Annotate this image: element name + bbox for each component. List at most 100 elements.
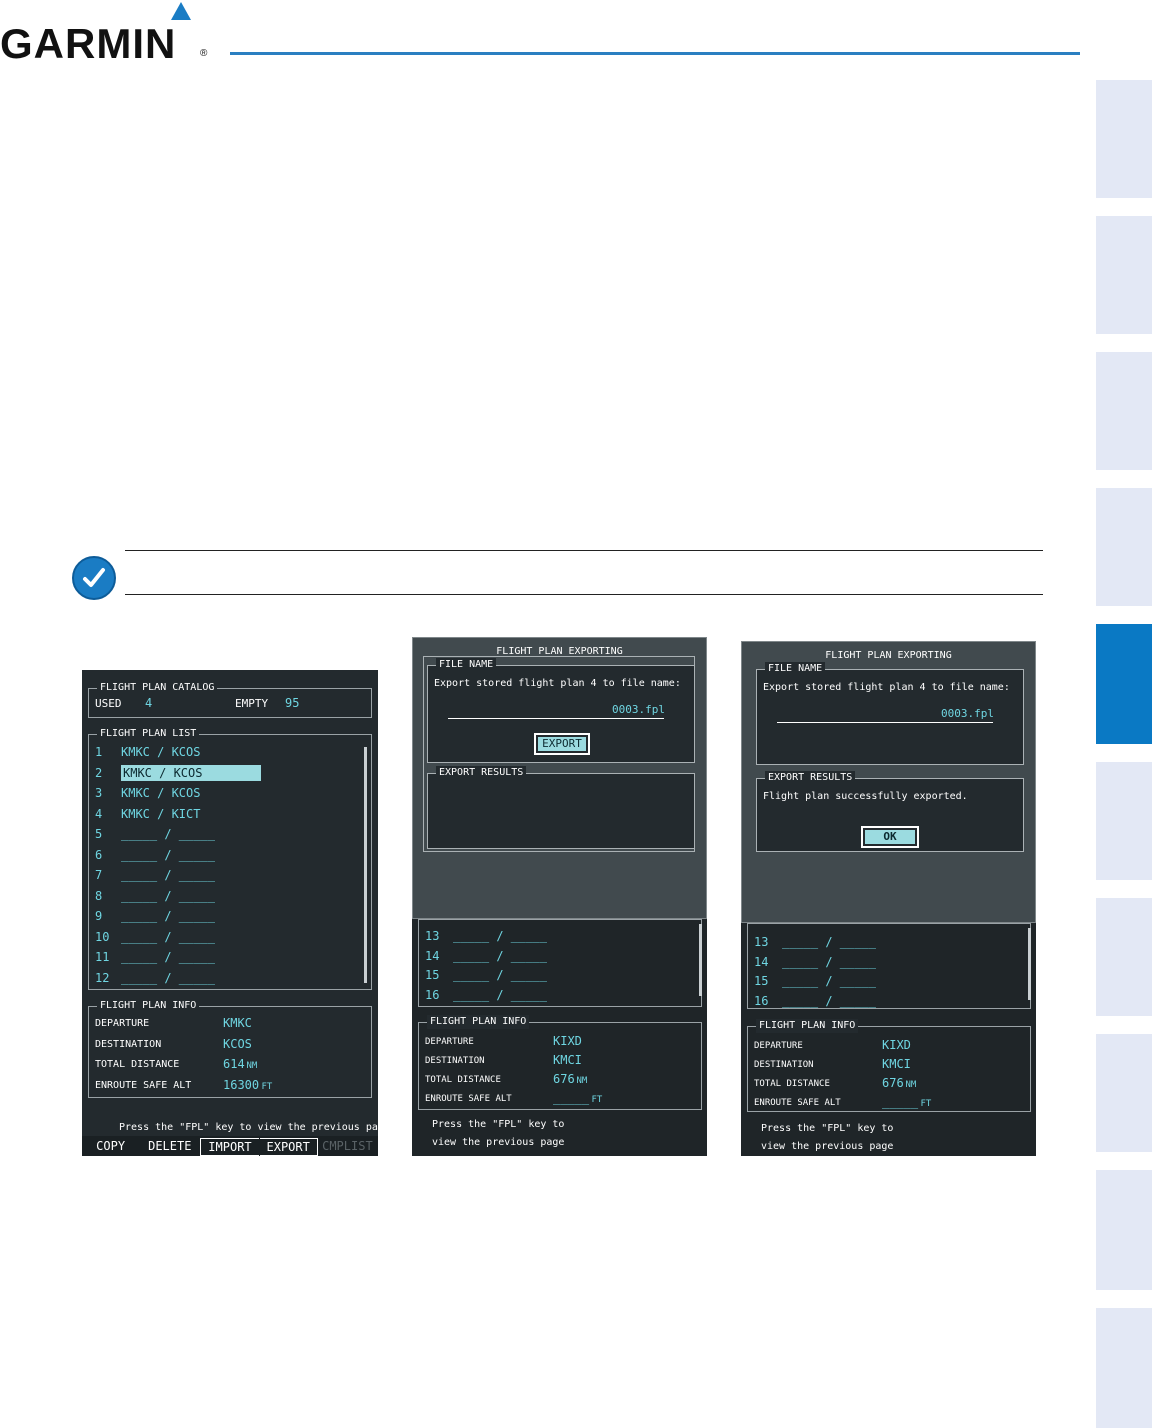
file-name-box: FILE NAME Export stored flight plan 4 to… xyxy=(756,662,1024,765)
file-name-underline xyxy=(777,722,993,723)
softkey-copy[interactable]: COPY xyxy=(82,1138,139,1154)
list-item[interactable]: 5 _____ / _____ xyxy=(89,825,359,843)
side-tab-5-active[interactable] xyxy=(1096,624,1152,744)
flight-plan-list-box: FLIGHT PLAN LIST 1 KMKC / KCOS 2 KMKC / KCO… xyxy=(88,727,372,990)
list-item-route: _____ / _____ xyxy=(453,968,547,982)
list-item-number: 2 xyxy=(95,765,103,780)
list-item-route[interactable]: _____ / _____ xyxy=(121,949,215,965)
list-item[interactable]: 16 _____ / _____ xyxy=(748,993,1018,1011)
info-label: DEPARTURE xyxy=(425,1037,474,1047)
registered-mark: ® xyxy=(200,48,208,59)
list-item-route[interactable]: KMKC / KCOS xyxy=(121,785,200,801)
softkey-import[interactable]: IMPORT xyxy=(200,1138,259,1156)
list-item[interactable]: 16 _____ / _____ xyxy=(419,987,689,1005)
side-tab-9[interactable] xyxy=(1096,1170,1152,1290)
info-value: KCOS xyxy=(223,1036,252,1051)
info-label: DESTINATION xyxy=(754,1060,814,1070)
used-label: USED xyxy=(95,697,122,710)
side-tab-1[interactable] xyxy=(1096,80,1152,198)
file-name-title: FILE NAME xyxy=(436,658,497,672)
side-tab-10[interactable] xyxy=(1096,1308,1152,1428)
list-item[interactable]: 2 KMKC / KCOS xyxy=(89,764,359,782)
list-item-route[interactable]: _____ / _____ xyxy=(121,970,215,986)
list-item-number: 6 xyxy=(95,847,103,862)
flight-plan-list-box-partial: 13 _____ / _____ 14 _____ / _____ 15 _____ / … xyxy=(747,923,1031,1009)
header-rule xyxy=(230,52,1080,55)
list-item-route[interactable]: _____ / _____ xyxy=(121,929,215,945)
footer-hint-line2: view the previous page xyxy=(761,1141,894,1152)
list-item[interactable]: 9 _____ / _____ xyxy=(89,907,359,925)
list-item[interactable]: 11 _____ / _____ xyxy=(89,948,359,966)
export-results-box: EXPORT RESULTS xyxy=(427,766,695,849)
softkey-export[interactable]: EXPORT xyxy=(259,1138,318,1156)
list-item-route[interactable]: KMKC / KCOS xyxy=(121,744,200,760)
ok-button[interactable]: OK xyxy=(865,830,915,844)
list-item-number: 15 xyxy=(754,974,769,988)
side-tab-3[interactable] xyxy=(1096,352,1152,470)
list-item-number: 12 xyxy=(95,970,110,985)
info-unit: NM xyxy=(246,1061,258,1071)
list-item[interactable]: 7 _____ / _____ xyxy=(89,866,359,884)
list-item-route[interactable]: _____ / _____ xyxy=(121,826,215,842)
list-item[interactable]: 1 KMKC / KCOS xyxy=(89,743,359,761)
side-tab-7[interactable] xyxy=(1096,898,1152,1016)
list-item-route[interactable]: _____ / _____ xyxy=(121,888,215,904)
list-item[interactable]: 4 KMKC / KICT xyxy=(89,805,359,823)
empty-label: EMPTY xyxy=(235,697,269,710)
list-scrollbar[interactable] xyxy=(699,924,702,996)
export-results-title: EXPORT RESULTS xyxy=(436,766,527,780)
ok-button-frame[interactable]: OK xyxy=(861,826,919,848)
list-item[interactable]: 15 _____ / _____ xyxy=(419,967,689,985)
list-item[interactable]: 15 _____ / _____ xyxy=(748,973,1018,991)
list-item[interactable]: 10 _____ / _____ xyxy=(89,928,359,946)
info-label: ENROUTE SAFE ALT xyxy=(95,1079,192,1091)
list-item-route[interactable]: KMKC / KICT xyxy=(121,806,200,822)
flight-plan-info-box: FLIGHT PLAN INFO DEPARTURE KIXD DESTINATIO… xyxy=(418,1015,702,1110)
list-item-route: _____ / _____ xyxy=(453,987,547,1002)
side-tab-8[interactable] xyxy=(1096,1034,1152,1152)
side-tab-4[interactable] xyxy=(1096,488,1152,606)
list-item-route[interactable]: _____ / _____ xyxy=(121,908,215,924)
export-button[interactable]: EXPORT xyxy=(538,737,586,751)
list-scrollbar[interactable] xyxy=(1028,928,1031,1000)
info-label: DESTINATION xyxy=(95,1038,162,1050)
list-item-number: 4 xyxy=(95,806,103,821)
flight-plan-info-box: FLIGHT PLAN INFO DEPARTURE KMKC DESTINATIO… xyxy=(88,999,372,1098)
file-name-value[interactable]: 0003.fpl xyxy=(612,702,665,718)
list-item[interactable]: 8 _____ / _____ xyxy=(89,887,359,905)
info-unit: FT xyxy=(920,1099,932,1109)
side-tab-6[interactable] xyxy=(1096,762,1152,880)
note-top-rule xyxy=(125,550,1043,551)
selected-route[interactable]: KMKC / KCOS xyxy=(121,764,261,781)
list-item[interactable]: 6 _____ / _____ xyxy=(89,846,359,864)
export-dialog: FLIGHT PLAN EXPORTING FILE NAME Export s… xyxy=(412,637,707,919)
list-item-number: 10 xyxy=(95,929,110,944)
list-item[interactable]: 3 KMKC / KCOS xyxy=(89,784,359,802)
list-scrollbar[interactable] xyxy=(364,747,367,983)
export-dialog: FLIGHT PLAN EXPORTING FILE NAME Export s… xyxy=(741,641,1036,923)
flight-plan-list-title: FLIGHT PLAN LIST xyxy=(97,727,200,741)
file-name-value[interactable]: 0003.fpl xyxy=(941,706,994,722)
side-tab-2[interactable] xyxy=(1096,216,1152,334)
info-unit: NM xyxy=(576,1076,588,1086)
softkey-cmplist[interactable]: CMPLIST xyxy=(319,1138,376,1154)
footer-hint-line2: view the previous page xyxy=(432,1137,565,1148)
softkey-delete[interactable]: DELETE xyxy=(141,1138,198,1154)
logo-triangle-icon xyxy=(171,2,191,20)
list-item-route[interactable]: _____ / _____ xyxy=(121,867,215,883)
info-label: DEPARTURE xyxy=(754,1041,803,1051)
list-item[interactable]: 14 _____ / _____ xyxy=(748,954,1018,972)
list-item-route[interactable]: _____ / _____ xyxy=(121,847,215,863)
list-item-number: 16 xyxy=(754,993,769,1008)
info-label: ENROUTE SAFE ALT xyxy=(425,1094,512,1104)
list-item[interactable]: 13 _____ / _____ xyxy=(748,934,1018,952)
catalog-box: FLIGHT PLAN CATALOG USED 4 EMPTY 95 xyxy=(88,681,372,718)
list-item-route: _____ / _____ xyxy=(782,954,876,969)
info-label: TOTAL DISTANCE xyxy=(95,1059,180,1070)
export-button-frame[interactable]: EXPORT xyxy=(534,733,590,755)
list-item[interactable]: 14 _____ / _____ xyxy=(419,948,689,966)
footer-hint: Press the "FPL" key to view the previous… xyxy=(119,1122,378,1133)
list-item[interactable]: 13 _____ / _____ xyxy=(419,928,689,946)
list-item[interactable]: 12 _____ / _____ xyxy=(89,969,359,987)
flight-plan-list-box-partial: 13 _____ / _____ 14 _____ / _____ 15 _____ / … xyxy=(418,919,702,1007)
